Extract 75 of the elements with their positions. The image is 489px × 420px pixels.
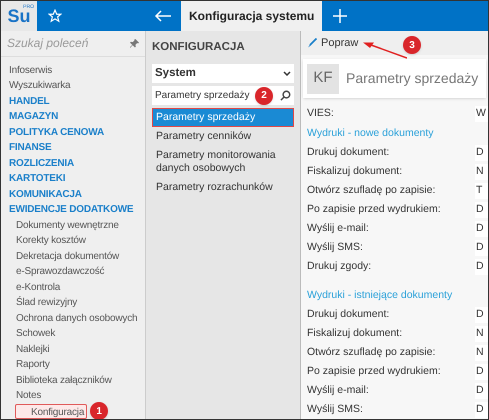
list-item[interactable]: Parametry sprzedaży <box>152 108 294 128</box>
field-label: Wyślij SMS: <box>307 240 363 255</box>
field-value: D <box>475 402 488 418</box>
edit-button[interactable]: Popraw <box>307 34 358 52</box>
field-value: D <box>475 202 488 218</box>
pointer-arrow <box>363 42 407 59</box>
nav-item[interactable]: Naklejki <box>1 342 52 357</box>
field-label: Fiskalizuj dokument: <box>307 164 402 179</box>
field-value: N <box>475 344 488 360</box>
nav-item[interactable]: Infoserwis <box>1 62 54 78</box>
nav-section[interactable]: MAGAZYN <box>1 109 60 124</box>
nav-item[interactable]: Wyszukiwarka <box>1 78 72 94</box>
nav-item[interactable]: Ślad rewizyjny <box>1 295 80 310</box>
field-value: D <box>475 364 488 380</box>
field-value: D <box>475 220 488 236</box>
nav-item[interactable]: Konfiguracja <box>15 404 88 419</box>
list-item[interactable]: Parametry monitorowania danych osobowych <box>152 146 294 178</box>
field-label: Drukuj zgody: <box>307 258 372 274</box>
field-label: Po zapisie przed wydrukiem: <box>307 202 441 217</box>
nav-section[interactable]: ROZLICZENIA <box>1 156 76 171</box>
tab[interactable]: Konfiguracja systemu <box>181 1 322 31</box>
nav-item[interactable]: Ochrona danych osobowych <box>1 310 140 326</box>
field-label: VIES: <box>307 106 334 121</box>
nav-item[interactable]: e-Sprawozdawczość <box>1 264 106 280</box>
nav-item[interactable]: Raporty <box>1 357 52 372</box>
field-label: Wyślij e-mail: <box>307 382 369 398</box>
pin-icon <box>130 38 139 48</box>
search-field[interactable]: Szukaj poleceń <box>7 34 130 52</box>
nav-section[interactable]: EWIDENCJE DODATKOWE <box>1 202 136 218</box>
search-field[interactable]: Parametry sprzedaży 2 <box>152 86 294 106</box>
field-label: Drukuj dokument: <box>307 144 390 160</box>
field-value: N <box>475 164 488 180</box>
field-value: D <box>475 382 488 398</box>
back-icon <box>154 10 172 22</box>
chevron-icon <box>283 71 291 76</box>
record-badge: KF <box>307 64 339 94</box>
panel-title: KONFIGURACJA <box>152 40 246 55</box>
field-value: W <box>475 106 488 122</box>
field-label: Drukuj dokument: <box>307 306 390 322</box>
nav-item[interactable]: Korekty kosztów <box>1 233 88 248</box>
nav-section[interactable]: KARTOTEKI <box>1 171 68 186</box>
field-label: Wyślij SMS: <box>307 402 363 417</box>
brush-icon <box>307 38 317 48</box>
field-value: N <box>475 326 488 342</box>
nav-item[interactable]: Biblioteka załączników <box>1 372 114 388</box>
nav-item[interactable]: Schowek <box>1 326 58 342</box>
field-value: T <box>475 182 488 198</box>
nav-item[interactable]: Dekretacja dokumentów <box>1 248 122 264</box>
plus-icon <box>333 9 348 23</box>
field-label: Po zapisie przed wydrukiem: <box>307 364 441 379</box>
nav-item[interactable]: Notes <box>1 388 44 404</box>
field-value: D <box>475 144 488 160</box>
nav-section[interactable]: HANDEL <box>1 94 52 109</box>
nav-item[interactable]: Dokumenty wewnętrzne <box>1 218 121 233</box>
section-heading: Wydruki - nowe dokumenty <box>307 126 435 141</box>
field-value: D <box>475 258 488 274</box>
list-item[interactable]: Parametry cenników <box>152 127 294 146</box>
list-item[interactable]: Parametry rozrachunków <box>152 178 294 198</box>
field-label: Wyślij e-mail: <box>307 220 369 236</box>
field-label: Otwórz szufladę po zapisie: <box>307 182 436 198</box>
field-value: D <box>475 306 488 322</box>
step-marker: 1 <box>90 402 108 419</box>
field-label: Otwórz szufladę po zapisie: <box>307 344 436 360</box>
field-value: D <box>475 240 488 256</box>
record-title: Parametry sprzedaży <box>346 69 478 88</box>
field-label: Fiskalizuj dokument: <box>307 326 402 341</box>
search-icon <box>280 90 291 102</box>
nav-item[interactable]: e-Kontrola <box>1 280 62 295</box>
nav-section[interactable]: KOMUNIKACJA <box>1 186 84 202</box>
step-marker: 2 <box>255 86 273 105</box>
star-icon <box>48 9 62 23</box>
section-heading: Wydruki - istniejące dokumenty <box>307 288 454 303</box>
nav-section[interactable]: POLITYKA CENOWA <box>1 124 106 140</box>
category-dropdown[interactable]: System <box>152 64 294 84</box>
nav-section[interactable]: FINANSE <box>1 140 54 156</box>
